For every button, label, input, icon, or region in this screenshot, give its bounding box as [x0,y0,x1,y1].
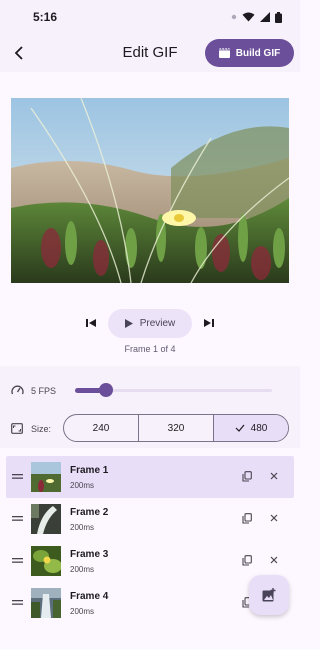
frame-thumbnail [31,462,61,492]
app-bar: Edit GIF Build GIF [0,34,300,72]
arrow-back-icon [14,46,23,60]
frame-duration: 200ms [70,565,95,574]
frame-name: Frame 4 [70,591,109,602]
build-gif-button[interactable]: Build GIF [205,39,294,67]
size-option-label: 480 [250,422,268,434]
aspect-ratio-icon [11,423,23,434]
dot-icon [231,14,237,20]
playback-controls: Preview [0,309,300,338]
frame-row[interactable]: Frame 2 200ms [6,498,294,540]
frame-name: Frame 3 [70,549,109,560]
drag-handle-icon[interactable] [12,515,23,522]
wifi-icon [242,12,255,22]
frame-duration: 200ms [70,481,95,490]
check-icon [235,424,245,432]
battery-icon [275,11,282,23]
speed-icon [11,385,24,395]
frame-preview-image [11,98,289,283]
signal-icon [260,12,270,22]
fps-slider-thumb[interactable] [99,383,114,397]
settings-panel: 5 FPS Size: 240 320 480 [0,366,300,448]
duplicate-icon[interactable] [242,555,252,566]
movie-icon [218,48,230,58]
size-segmented-control: 240 320 480 [63,414,289,442]
close-icon[interactable] [270,514,278,522]
duplicate-icon[interactable] [242,513,252,524]
size-option-label: 320 [167,422,185,434]
preview-label: Preview [139,318,176,329]
fps-label: 5 FPS [31,386,57,396]
frame-name: Frame 1 [70,465,109,476]
drag-handle-icon[interactable] [12,557,23,564]
preview-button[interactable]: Preview [108,309,192,338]
size-option-480[interactable]: 480 [214,415,288,441]
add-photo-icon [262,588,276,602]
frame-duration: 200ms [70,523,95,532]
back-button[interactable] [8,41,32,65]
frame-thumbnail [31,546,61,576]
play-icon [124,319,133,328]
frame-thumbnail [31,504,61,534]
size-option-label: 240 [92,422,110,434]
frame-counter: Frame 1 of 4 [124,344,176,354]
build-gif-label: Build GIF [235,47,281,59]
frame-thumbnail [31,588,61,618]
duplicate-icon[interactable] [242,471,252,482]
status-icons [231,11,282,23]
size-label: Size: [31,424,52,434]
frame-row[interactable]: Frame 3 200ms [6,540,294,582]
drag-handle-icon[interactable] [12,473,23,480]
close-icon[interactable] [270,556,278,564]
size-option-240[interactable]: 240 [64,415,139,441]
size-option-320[interactable]: 320 [139,415,214,441]
status-bar: 5:16 [0,0,300,34]
drag-handle-icon[interactable] [12,599,23,606]
frame-duration: 200ms [70,607,95,616]
skip-previous-icon[interactable] [84,316,98,330]
add-frames-button[interactable] [249,575,289,615]
skip-next-icon[interactable] [202,316,216,330]
close-icon[interactable] [270,472,278,480]
status-time: 5:16 [33,10,58,24]
frame-row[interactable]: Frame 1 200ms [6,456,294,498]
frame-name: Frame 2 [70,507,109,518]
